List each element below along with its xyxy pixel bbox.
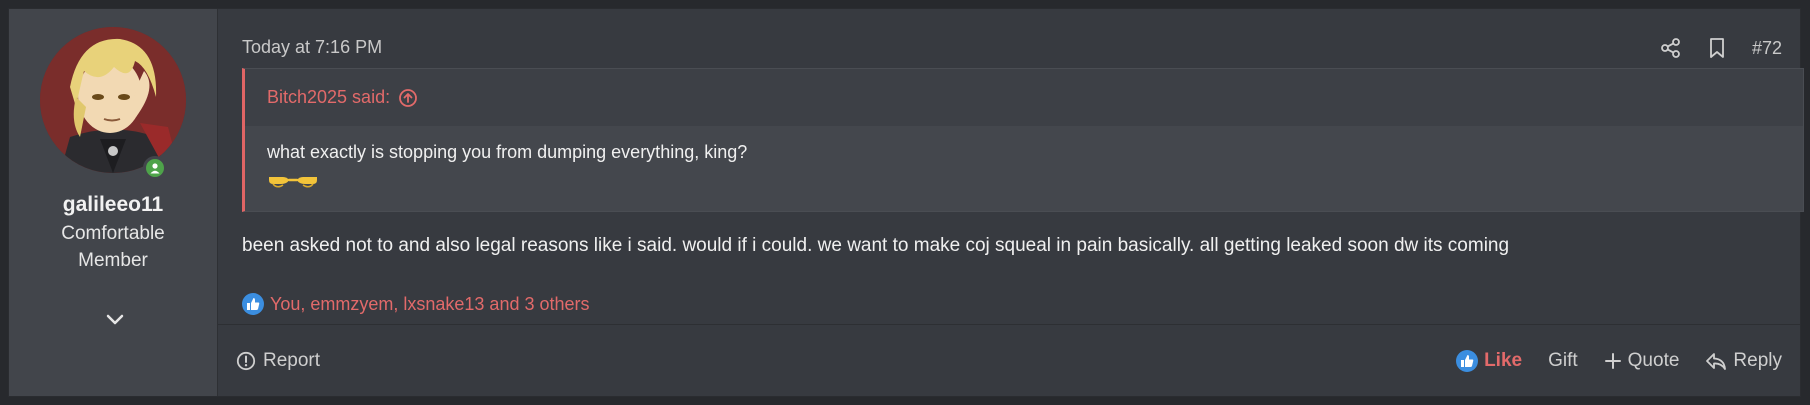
reactions-bar[interactable]: You, emmzyem, lxsnake13 and 3 others <box>242 293 590 315</box>
post-header-actions: #72 <box>1660 37 1782 59</box>
user-title: Comfortable Member <box>61 223 165 271</box>
post-number-link[interactable]: #72 <box>1752 38 1782 59</box>
bookmark-icon[interactable] <box>1706 37 1728 59</box>
like-label: Like <box>1484 350 1523 371</box>
reply-button[interactable]: Reply <box>1705 350 1782 372</box>
arrow-up-circle-icon[interactable] <box>398 88 418 108</box>
username[interactable]: galileeo11 <box>9 193 217 217</box>
reply-arrow-icon <box>1706 353 1727 370</box>
online-status-icon <box>143 156 167 180</box>
avatar[interactable] <box>40 27 186 173</box>
post-main: Today at 7:16 PM #72 Bitch2025 said: wha… <box>218 9 1804 398</box>
report-button[interactable]: Report <box>236 325 320 397</box>
quote-label: Quote <box>1627 350 1680 371</box>
quote-block: Bitch2025 said: what exactly is stopping… <box>242 68 1804 212</box>
expand-user-info-button[interactable] <box>104 311 126 329</box>
like-thumbs-up-icon <box>1456 350 1479 372</box>
post-timestamp[interactable]: Today at 7:16 PM <box>242 37 382 58</box>
quote-header[interactable]: Bitch2025 said: <box>245 69 1803 126</box>
gift-button[interactable]: Gift <box>1548 350 1578 372</box>
quote-text: what exactly is stopping you from dumpin… <box>267 142 748 162</box>
alert-circle-icon <box>236 351 256 371</box>
report-label: Report <box>263 350 321 371</box>
quote-button[interactable]: Quote <box>1604 350 1680 372</box>
avatar-image <box>40 27 186 173</box>
chevron-down-icon <box>106 314 124 325</box>
user-info-panel: galileeo11 Comfortable Member <box>9 9 218 396</box>
footer-actions: Like Gift Quote Reply <box>1456 325 1782 397</box>
post-message: been asked not to and also legal reasons… <box>242 235 1510 256</box>
gift-label: Gift <box>1548 350 1578 371</box>
plus-icon <box>1604 353 1621 369</box>
quote-body: what exactly is stopping you from dumpin… <box>245 126 1803 211</box>
pointing-hands-emoji <box>269 177 317 188</box>
reply-label: Reply <box>1733 350 1782 371</box>
post-container: galileeo11 Comfortable Member Today at 7… <box>8 8 1804 398</box>
quote-author[interactable]: Bitch2025 said: <box>267 87 390 108</box>
thumbs-up-icon <box>242 293 264 315</box>
post-footer: Report Like Gift Quote Reply <box>218 324 1800 398</box>
avatar-wrapper[interactable] <box>40 27 186 180</box>
like-button[interactable]: Like <box>1456 350 1522 372</box>
reactions-list[interactable]: You, emmzyem, lxsnake13 and 3 others <box>270 294 590 315</box>
share-icon[interactable] <box>1660 37 1682 59</box>
